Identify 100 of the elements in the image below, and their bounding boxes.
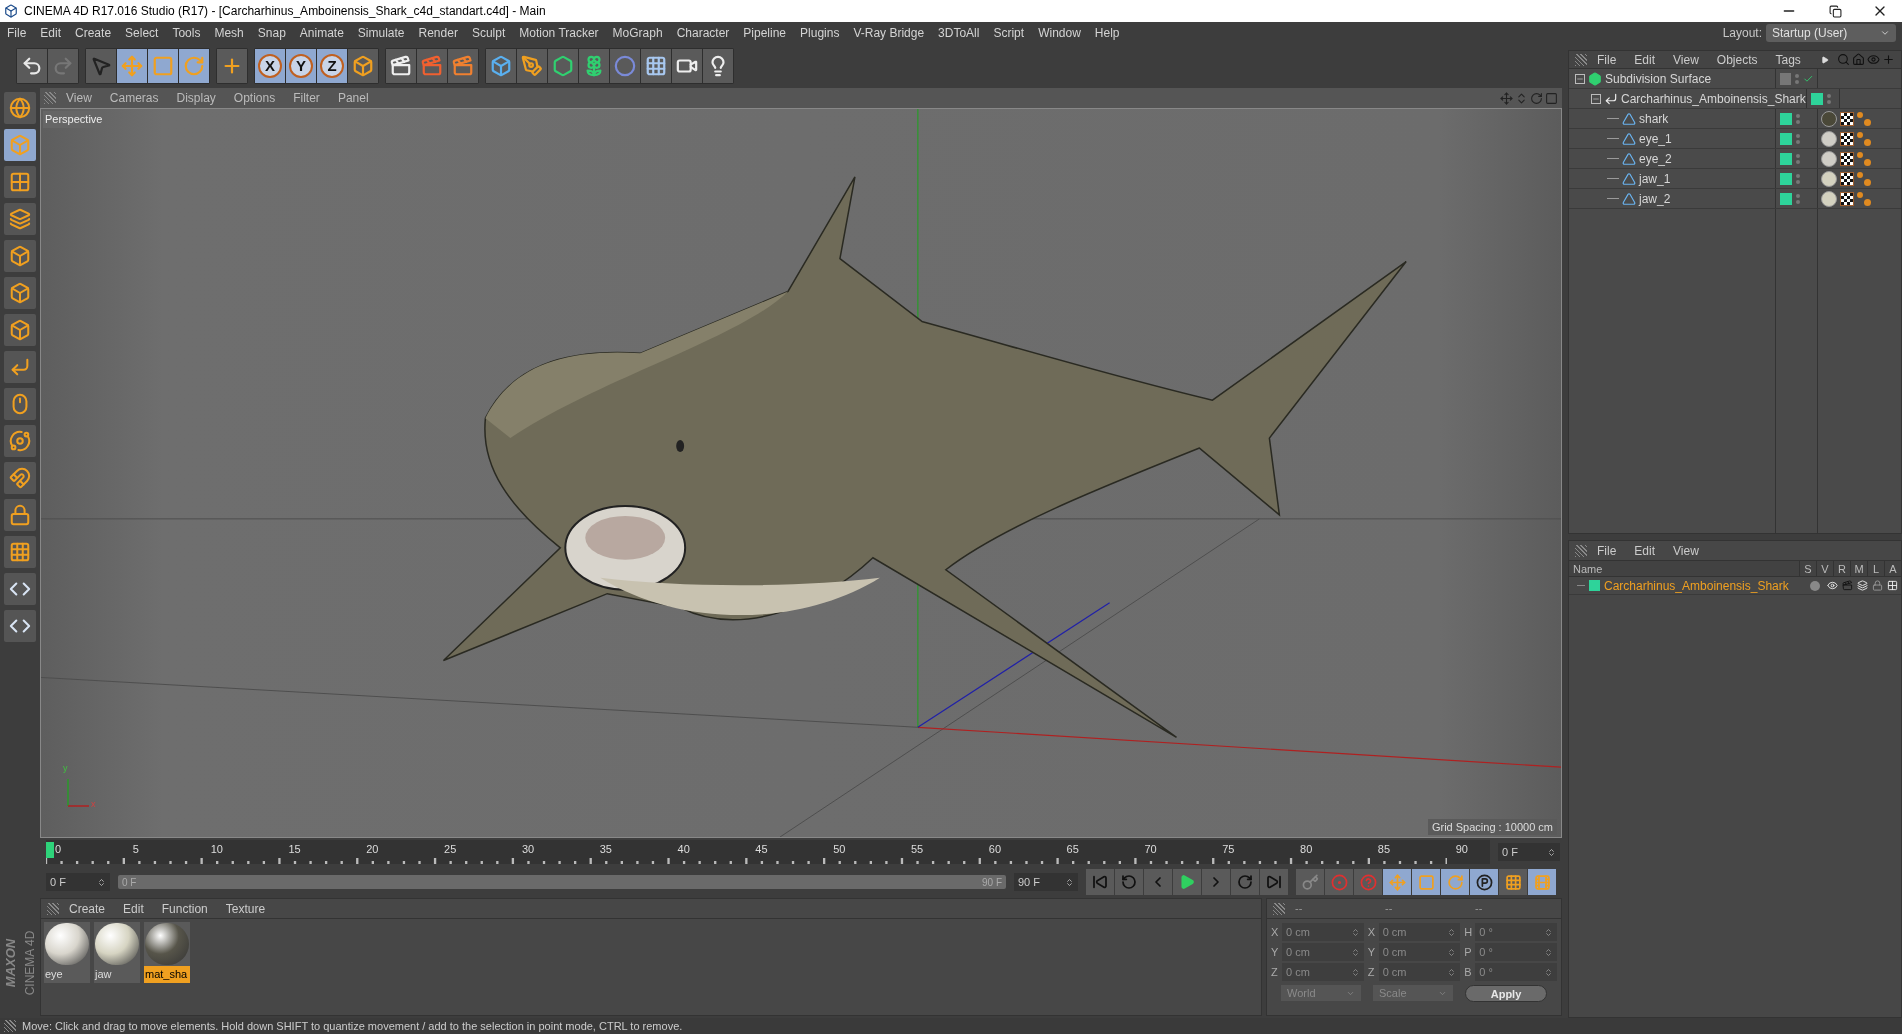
menu-item[interactable]: File <box>0 24 34 42</box>
mode-button[interactable] <box>4 92 36 124</box>
playback-button[interactable] <box>1144 869 1172 895</box>
stepper-arrows-icon[interactable] <box>97 877 106 887</box>
object-name[interactable]: shark <box>1639 109 1669 128</box>
toolbar-button[interactable] <box>703 49 733 83</box>
menu-item[interactable]: Snap <box>250 24 293 42</box>
menu-item[interactable]: Simulate <box>350 24 412 42</box>
toolbar-button[interactable] <box>386 49 416 83</box>
menu-item[interactable]: Script <box>986 24 1032 42</box>
playback-button[interactable] <box>1260 869 1288 895</box>
material-tag[interactable] <box>1821 150 1837 167</box>
object-name[interactable]: Carcharhinus_Amboinensis_Shark <box>1621 89 1806 108</box>
menu-item[interactable]: Select <box>118 24 166 42</box>
playback-button[interactable] <box>1086 869 1114 895</box>
checker-tag-icon[interactable] <box>1840 171 1854 186</box>
menu-item[interactable]: Window <box>1031 24 1088 42</box>
object-manager-menu-item[interactable]: Tags <box>1767 50 1809 69</box>
object-name[interactable]: jaw_2 <box>1639 189 1671 208</box>
mode-button[interactable] <box>4 536 36 568</box>
checker-tag-icon[interactable] <box>1840 151 1854 166</box>
keyframe-button[interactable] <box>1470 869 1498 895</box>
toolbar-button[interactable] <box>579 49 609 83</box>
menu-item[interactable]: MoGraph <box>605 24 670 42</box>
collapse-icon[interactable] <box>1591 93 1601 104</box>
toolbar-button[interactable] <box>348 49 378 83</box>
material-menu-item[interactable]: Texture <box>217 899 274 918</box>
restore-icon[interactable] <box>1829 4 1842 18</box>
mode-button[interactable] <box>4 314 36 346</box>
menu-item[interactable]: Tools <box>165 24 208 42</box>
mode-button[interactable] <box>4 499 36 531</box>
menu-item[interactable]: Mesh <box>207 24 251 42</box>
material-swatch[interactable]: mat_sha <box>144 922 190 983</box>
mode-button[interactable] <box>4 166 36 198</box>
axis-toggle-button[interactable]: Y <box>286 49 316 83</box>
playback-button[interactable] <box>1202 869 1230 895</box>
toolbar-button[interactable] <box>672 49 702 83</box>
mode-button[interactable] <box>4 277 36 309</box>
layer-name[interactable]: Carcharhinus_Amboinensis_Shark <box>1604 576 1803 595</box>
menu-item[interactable]: Render <box>411 24 465 42</box>
checker-tag-icon[interactable] <box>1840 111 1854 126</box>
viewport-menu-item[interactable]: Display <box>168 89 224 107</box>
material-tag[interactable] <box>1821 170 1837 187</box>
home-icon[interactable] <box>1852 53 1865 66</box>
axis-toggle-button[interactable]: Z <box>317 49 347 83</box>
toolbar-button[interactable] <box>641 49 671 83</box>
material-tag[interactable] <box>1821 130 1837 147</box>
layer-manager-menu-item[interactable]: File <box>1589 541 1625 560</box>
stepper-arrows-icon[interactable] <box>1547 847 1556 857</box>
menu-item[interactable]: Character <box>669 24 737 42</box>
playback-button[interactable] <box>1173 869 1201 895</box>
mode-button[interactable] <box>4 425 36 457</box>
object-manager-menu-item[interactable]: Edit <box>1626 50 1664 69</box>
toolbar-button[interactable] <box>17 49 47 83</box>
menu-item[interactable]: Create <box>68 24 119 42</box>
playback-button[interactable] <box>1231 869 1259 895</box>
menu-item[interactable]: Plugins <box>793 24 847 42</box>
mode-button[interactable] <box>4 610 36 642</box>
end-frame-field[interactable]: 90 F <box>1014 873 1078 891</box>
toolbar-button[interactable] <box>217 49 247 83</box>
layout-dropdown[interactable]: Startup (User) <box>1766 24 1896 42</box>
viewport-menu-item[interactable]: Panel <box>329 89 377 107</box>
menu-item[interactable]: 3DToAll <box>931 24 987 42</box>
more-arrow-icon[interactable] <box>1821 55 1829 64</box>
toolbar-button[interactable] <box>486 49 516 83</box>
menu-item[interactable]: Help <box>1087 24 1127 42</box>
menu-item[interactable]: Pipeline <box>736 24 794 42</box>
toolbar-button[interactable] <box>548 49 578 83</box>
material-menu-item[interactable]: Edit <box>115 899 152 918</box>
material-swatch[interactable]: jaw <box>94 922 140 983</box>
playback-button[interactable] <box>1115 869 1143 895</box>
add-view-icon[interactable] <box>1882 53 1895 66</box>
object-manager-menu-item[interactable]: File <box>1589 50 1625 69</box>
start-frame-field[interactable]: 0 F <box>46 873 110 891</box>
orbit-icon[interactable] <box>1530 91 1543 105</box>
axis-toggle-button[interactable]: X <box>255 49 285 83</box>
object-name[interactable]: jaw_1 <box>1639 169 1671 188</box>
mode-button[interactable] <box>4 462 36 494</box>
checker-tag-icon[interactable] <box>1840 131 1854 146</box>
mode-button[interactable] <box>4 203 36 235</box>
stepper-arrows-icon[interactable] <box>1065 877 1074 887</box>
object-manager-menu-item[interactable]: View <box>1665 50 1707 69</box>
menu-item[interactable]: Animate <box>292 24 351 42</box>
mode-button[interactable] <box>4 388 36 420</box>
pan-icon[interactable] <box>1500 91 1513 105</box>
mode-button[interactable] <box>4 573 36 605</box>
keyframe-button[interactable] <box>1499 869 1527 895</box>
menu-item[interactable]: Edit <box>33 24 69 42</box>
viewport-menu-item[interactable]: Filter <box>285 89 328 107</box>
search-icon[interactable] <box>1837 53 1850 66</box>
viewport-menu-item[interactable]: Cameras <box>101 89 167 107</box>
layer-manager-menu-item[interactable]: View <box>1665 541 1707 560</box>
eye-icon[interactable] <box>1867 53 1880 66</box>
layer-manager-menu-item[interactable]: Edit <box>1626 541 1664 560</box>
current-frame-field[interactable]: 0 F <box>1498 843 1560 861</box>
material-menu-item[interactable]: Create <box>61 899 114 918</box>
material-tag[interactable] <box>1821 190 1837 207</box>
mode-button[interactable] <box>4 351 36 383</box>
toolbar-button[interactable] <box>448 49 478 83</box>
viewport-menu-item[interactable]: Options <box>225 89 284 107</box>
